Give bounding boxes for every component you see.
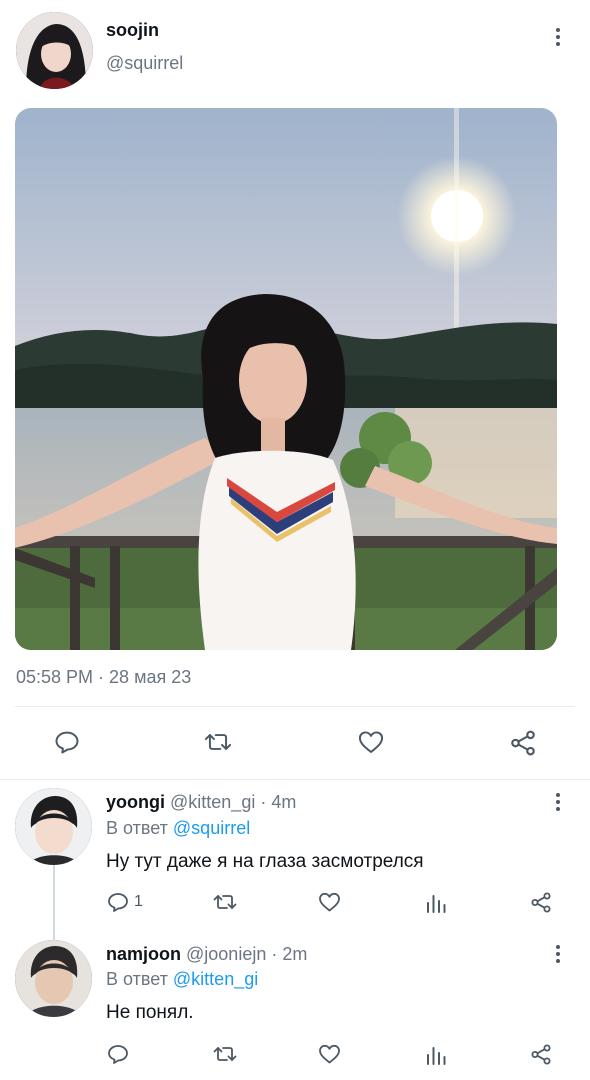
- reply-avatar[interactable]: [15, 940, 92, 1017]
- heart-icon[interactable]: [317, 890, 342, 914]
- author-name[interactable]: soojin: [106, 20, 159, 41]
- reply-text: Ну тут даже я на глаза засмотрелся: [106, 851, 424, 872]
- reply-header: yoongi @kitten_gi · 4m: [106, 792, 296, 813]
- thread-line: [53, 864, 55, 942]
- reply-to-handle[interactable]: @squirrel: [173, 818, 250, 838]
- reply-icon[interactable]: [106, 1042, 130, 1066]
- reply-count: 1: [134, 893, 143, 910]
- tweet-photo[interactable]: [15, 108, 557, 650]
- reply-to-line: В ответ @kitten_gi: [106, 969, 258, 990]
- reply-to-prefix: В ответ: [106, 818, 168, 838]
- heart-icon[interactable]: [356, 728, 386, 756]
- reply-to-handle[interactable]: @kitten_gi: [173, 969, 258, 989]
- divider: [15, 706, 575, 707]
- reply-icon[interactable]: [53, 728, 81, 756]
- reply-icon[interactable]: [106, 890, 130, 914]
- reply-avatar[interactable]: [15, 788, 92, 865]
- share-icon[interactable]: [508, 728, 538, 758]
- photo-illustration: [15, 108, 557, 650]
- tweet-timestamp: 05:58 PM · 28 мая 23: [16, 667, 192, 687]
- more-options-icon[interactable]: [555, 793, 561, 811]
- reply-time: · 2m: [271, 944, 308, 964]
- retweet-icon[interactable]: [212, 1042, 238, 1066]
- author-handle[interactable]: @squirrel: [106, 53, 183, 74]
- reply-header: namjoon @jooniejn · 2m: [106, 944, 307, 965]
- retweet-icon[interactable]: [212, 890, 238, 914]
- reply-author-handle[interactable]: @jooniejn: [186, 944, 266, 964]
- more-options-icon[interactable]: [555, 28, 561, 46]
- reply-author-name[interactable]: yoongi: [106, 792, 165, 812]
- more-options-icon[interactable]: [555, 945, 561, 963]
- share-icon[interactable]: [529, 890, 553, 915]
- retweet-icon[interactable]: [203, 728, 233, 756]
- divider: [0, 779, 590, 780]
- analytics-icon[interactable]: [425, 1042, 447, 1066]
- reply-time: · 4m: [260, 792, 297, 812]
- share-icon[interactable]: [529, 1042, 553, 1067]
- reply-text: Не понял.: [106, 1002, 194, 1023]
- reply-author-handle[interactable]: @kitten_gi: [170, 792, 255, 812]
- heart-icon[interactable]: [317, 1042, 342, 1066]
- reply-to-prefix: В ответ: [106, 969, 168, 989]
- reply-to-line: В ответ @squirrel: [106, 818, 250, 839]
- reply-author-name[interactable]: namjoon: [106, 944, 181, 964]
- author-avatar[interactable]: [16, 12, 93, 89]
- analytics-icon[interactable]: [425, 890, 447, 914]
